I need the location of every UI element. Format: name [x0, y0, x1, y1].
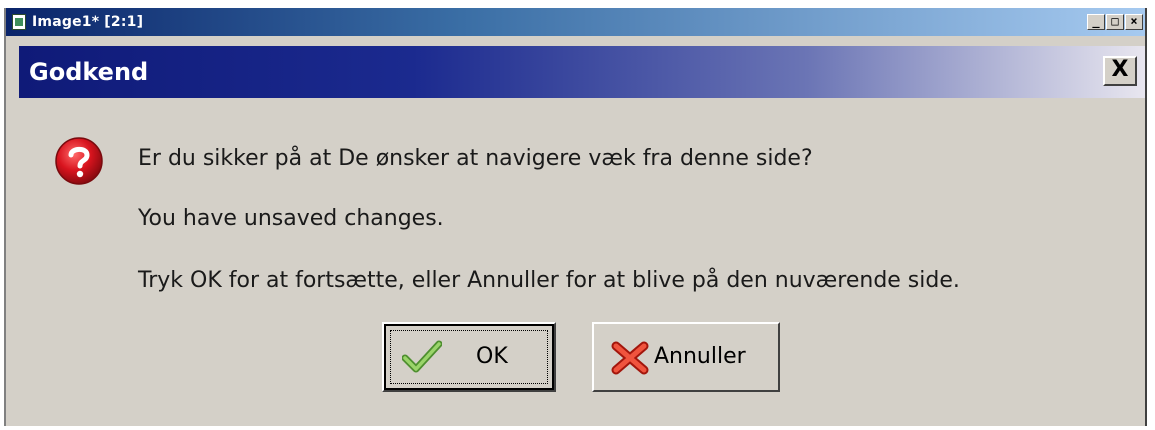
window-controls: _ □ × — [1087, 14, 1143, 30]
dialog-title: Godkend — [29, 58, 149, 86]
red-x-icon — [611, 341, 649, 375]
message-line-unsaved: You have unsaved changes. — [138, 206, 444, 231]
dialog-close-button[interactable]: X — [1103, 56, 1137, 86]
outer-titlebar[interactable]: Image1* [2:1] _ □ × — [6, 8, 1145, 36]
outer-window-title: Image1* [2:1] — [32, 14, 144, 30]
message-line-instructions: Tryk OK for at fortsætte, eller Annuller… — [138, 268, 960, 293]
minimize-button[interactable]: _ — [1087, 14, 1105, 30]
cancel-button-label: Annuller — [654, 344, 746, 369]
maximize-button[interactable]: □ — [1106, 14, 1124, 30]
checkmark-icon — [402, 340, 442, 373]
ok-button-label: OK — [476, 344, 508, 369]
dialog-titlebar[interactable]: Godkend X — [19, 46, 1145, 98]
cancel-button[interactable]: Annuller — [592, 322, 780, 392]
window-close-button[interactable]: × — [1125, 14, 1143, 30]
app-icon — [12, 14, 26, 30]
question-icon — [55, 137, 103, 185]
ok-button[interactable]: OK — [382, 322, 556, 392]
message-line-confirm: Er du sikker på at De ønsker at navigere… — [138, 146, 813, 171]
